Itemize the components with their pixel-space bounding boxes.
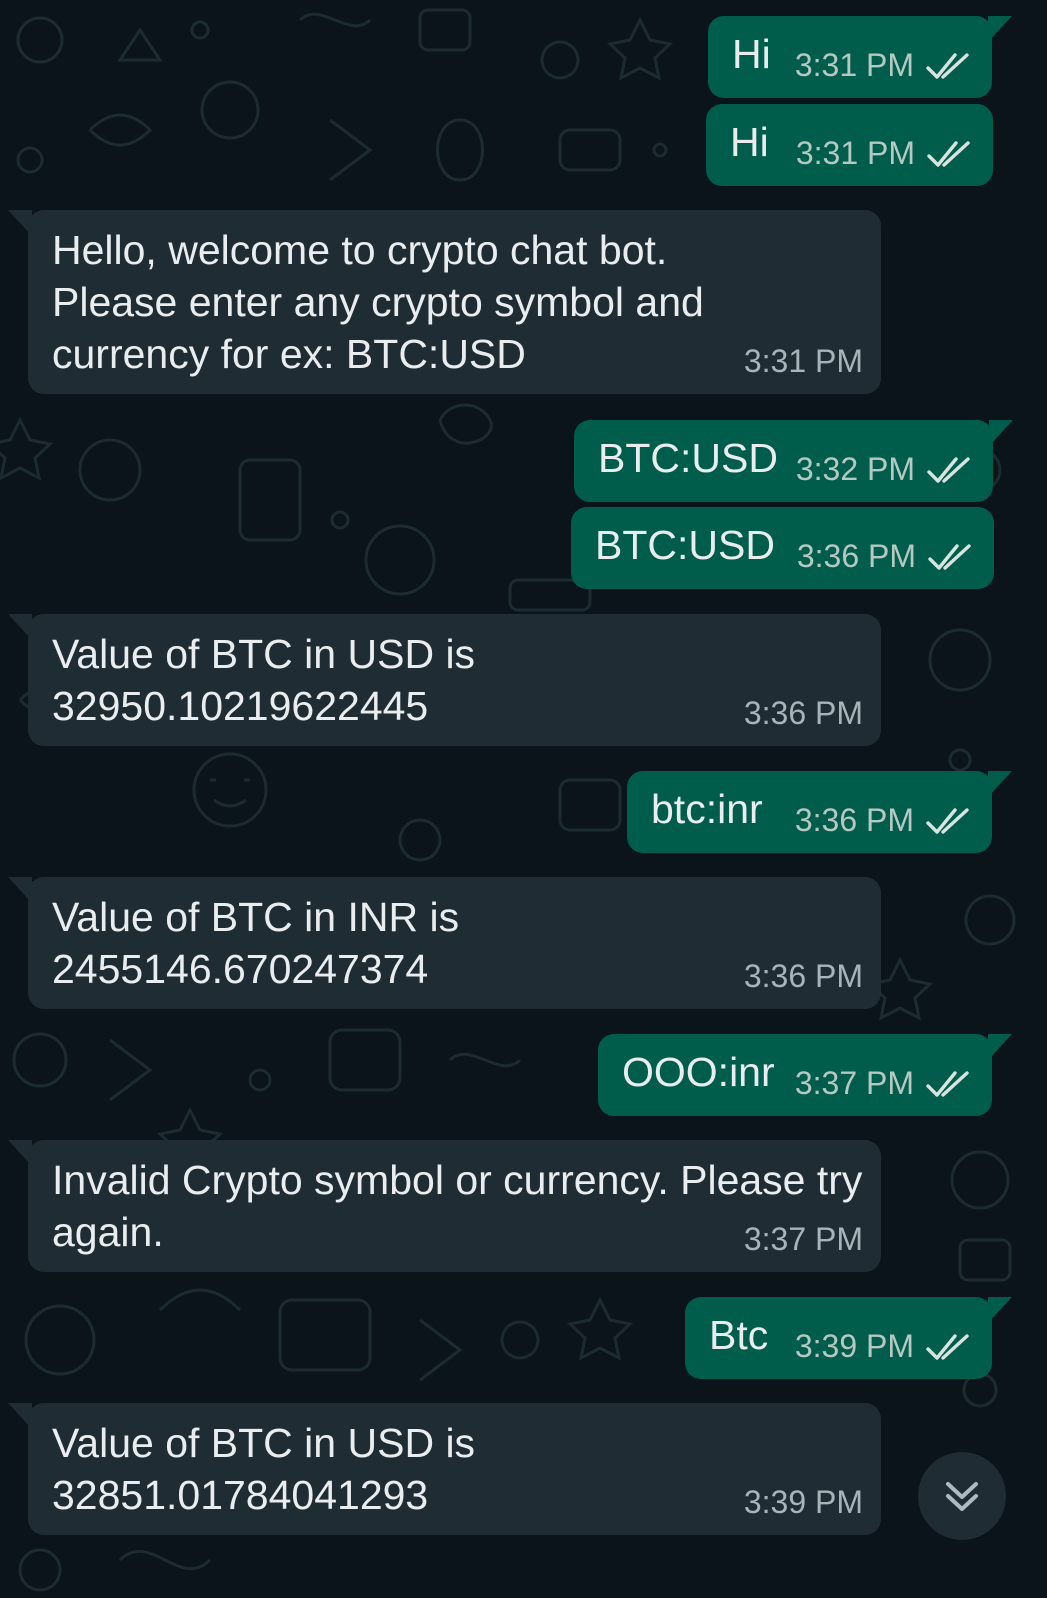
double-check-icon (928, 543, 971, 570)
bubble-tail (989, 420, 1013, 446)
scroll-to-bottom-button[interactable] (918, 1452, 1006, 1540)
message-meta: 3:36 PM (797, 538, 974, 575)
outgoing-message[interactable]: OOO:inr 3:37 PM (598, 1034, 1012, 1116)
chat-message-list[interactable]: Hi 3:31 PM Hi 3:31 PM Hello, welcome to … (0, 0, 1047, 1598)
incoming-message[interactable]: Hello, welcome to crypto chat bot. Pleas… (8, 210, 881, 394)
outgoing-message[interactable]: Hi 3:31 PM (708, 16, 1012, 98)
message-text: Value of BTC in USD is 32851.01784041293 (52, 1420, 476, 1518)
message-time: 3:39 PM (794, 1328, 914, 1364)
bubble-tail (988, 16, 1012, 42)
message-text: Value of BTC in INR is 2455146.670247374 (52, 894, 460, 992)
bubble-tail (988, 771, 1012, 797)
double-check-icon (926, 52, 969, 79)
bubble-tail (988, 1034, 1012, 1060)
message-text: BTC:USD (598, 435, 778, 481)
message-time: 3:31 PM (743, 343, 863, 379)
message-text: OOO:inr (622, 1049, 775, 1095)
message-meta: 3:36 PM (795, 802, 972, 839)
message-time: 3:37 PM (794, 1065, 914, 1101)
outgoing-message[interactable]: BTC:USD 3:36 PM (571, 507, 994, 589)
bubble-tail (8, 210, 32, 236)
outgoing-message[interactable]: Hi 3:31 PM (706, 104, 993, 186)
message-text: Hi (732, 31, 771, 77)
bubble-tail (8, 1140, 32, 1166)
double-check-icon (926, 807, 969, 834)
message-text: Hello, welcome to crypto chat bot. Pleas… (52, 227, 704, 377)
message-time: 3:36 PM (796, 538, 916, 574)
bubble-tail (8, 614, 32, 640)
bubble-tail (988, 1297, 1012, 1323)
bubble-tail (8, 877, 32, 903)
message-text: Hi (730, 119, 769, 165)
message-time: 3:36 PM (743, 958, 863, 994)
incoming-message[interactable]: Value of BTC in USD is 32950.10219622445… (8, 614, 881, 746)
double-check-icon (927, 456, 970, 483)
incoming-message[interactable]: Value of BTC in USD is 32851.01784041293… (8, 1403, 881, 1535)
message-time: 3:39 PM (743, 1484, 863, 1520)
bubble-tail (8, 1403, 32, 1429)
message-time: 3:31 PM (794, 47, 914, 83)
double-check-icon (926, 1070, 969, 1097)
outgoing-message[interactable]: Btc 3:39 PM (685, 1297, 1012, 1379)
message-meta: 3:32 PM (796, 451, 973, 488)
double-chevron-down-icon (946, 1482, 978, 1511)
message-meta: 3:39 PM (795, 1328, 972, 1365)
message-text: Btc (709, 1312, 769, 1358)
incoming-message[interactable]: Invalid Crypto symbol or currency. Pleas… (8, 1140, 881, 1272)
message-text: BTC:USD (595, 522, 775, 568)
message-time: 3:32 PM (795, 451, 915, 487)
message-meta: 3:31 PM (796, 135, 973, 172)
outgoing-message[interactable]: btc:inr 3:36 PM (627, 771, 1012, 853)
message-meta: 3:37 PM (795, 1065, 972, 1102)
outgoing-message[interactable]: BTC:USD 3:32 PM (574, 420, 1013, 502)
message-text: Value of BTC in USD is 32950.10219622445 (52, 631, 476, 729)
message-time: 3:31 PM (795, 135, 915, 171)
message-time: 3:37 PM (743, 1221, 863, 1257)
double-check-icon (926, 1333, 969, 1360)
message-text: btc:inr (651, 786, 763, 832)
incoming-message[interactable]: Value of BTC in INR is 2455146.670247374… (8, 877, 881, 1009)
message-meta: 3:31 PM (795, 47, 972, 84)
message-time: 3:36 PM (794, 802, 914, 838)
message-time: 3:36 PM (743, 695, 863, 731)
double-check-icon (927, 140, 970, 167)
